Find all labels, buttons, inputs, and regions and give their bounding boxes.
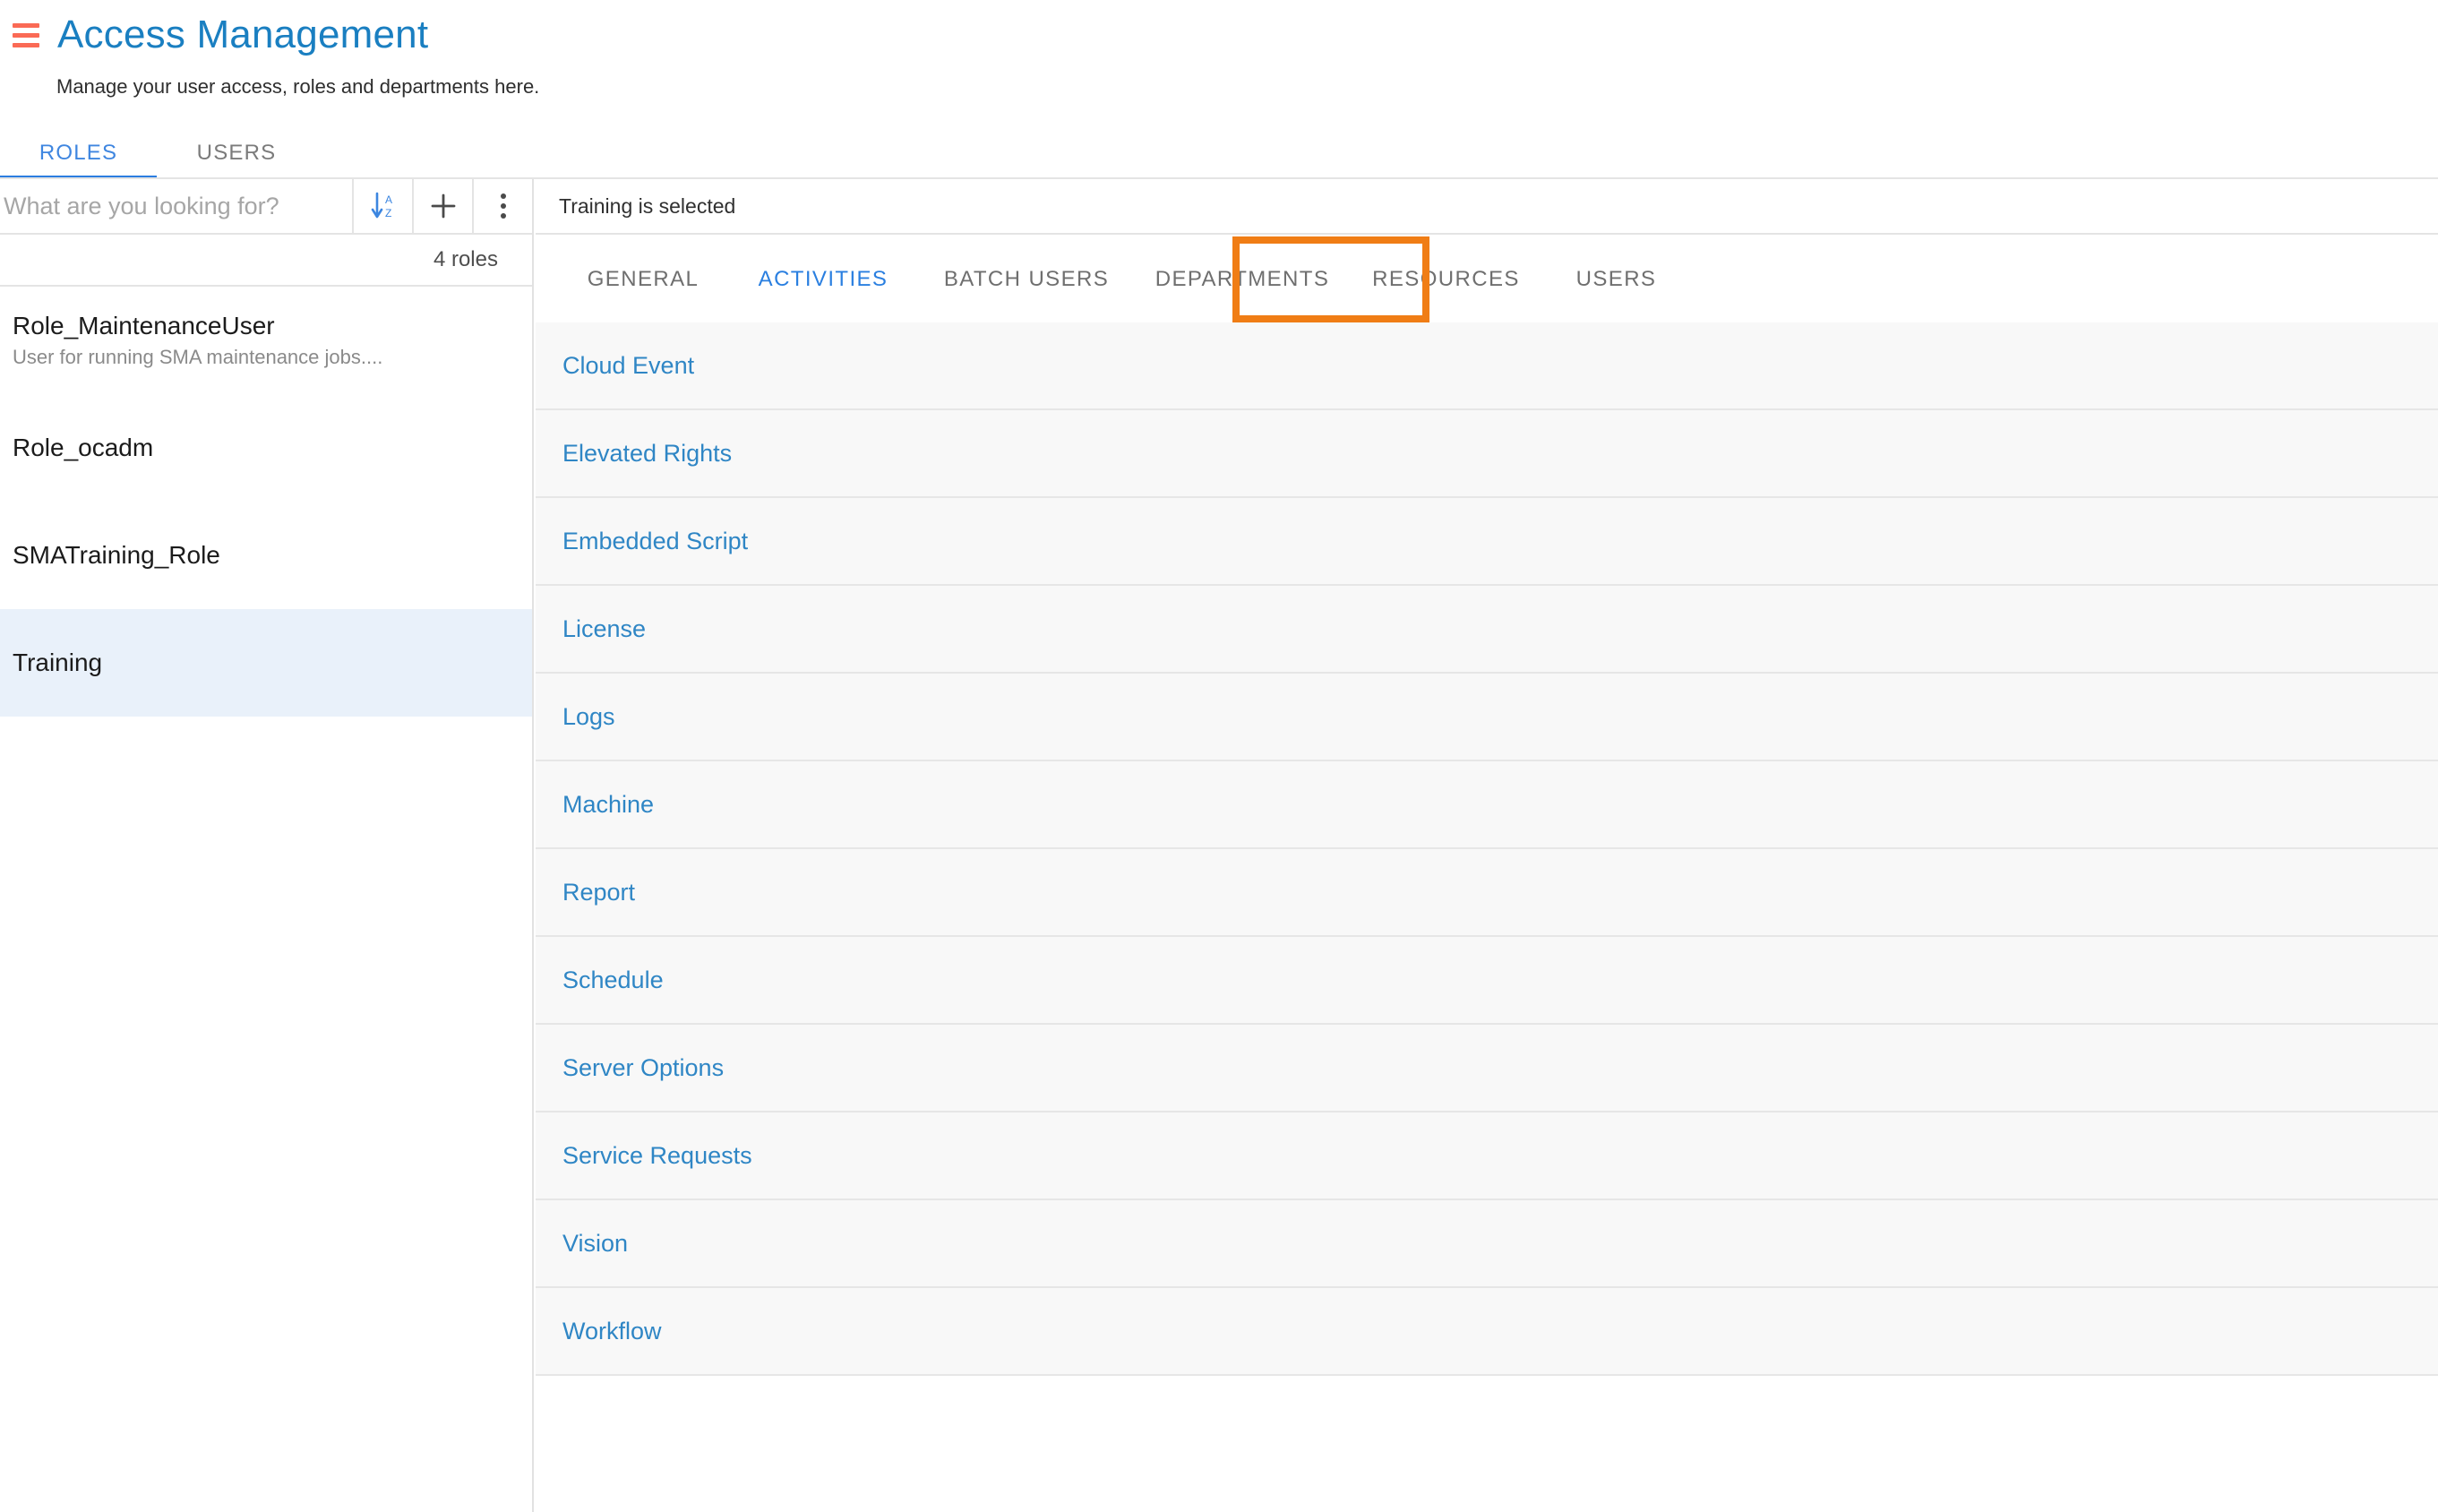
page-header: Access Management Manage your user acces…: [0, 0, 2438, 181]
table-row[interactable]: Server Options: [536, 1025, 2438, 1113]
table-row[interactable]: Logs: [536, 674, 2438, 761]
activity-link[interactable]: License: [562, 615, 646, 643]
role-name: Role_MaintenanceUser: [13, 312, 275, 340]
plus-icon: [430, 193, 457, 219]
list-item[interactable]: Role_MaintenanceUser User for running SM…: [0, 287, 532, 394]
table-row[interactable]: Elevated Rights: [536, 410, 2438, 498]
activity-link[interactable]: Service Requests: [562, 1142, 752, 1170]
activity-list: Cloud Event Elevated Rights Embedded Scr…: [536, 322, 2438, 1376]
role-name: SMATraining_Role: [13, 540, 220, 569]
tab-resources[interactable]: RESOURCES: [1354, 236, 1538, 322]
add-role-button[interactable]: [412, 179, 472, 233]
activity-link[interactable]: Elevated Rights: [562, 440, 732, 468]
hamburger-menu-icon[interactable]: [13, 20, 43, 50]
activity-link[interactable]: Server Options: [562, 1054, 724, 1082]
search-toolbar: A Z: [0, 179, 532, 235]
list-item[interactable]: Role_ocadm: [0, 394, 532, 502]
activity-link[interactable]: Machine: [562, 791, 654, 819]
tab-batch-users[interactable]: BATCH USERS: [923, 236, 1130, 322]
svg-text:A: A: [385, 193, 392, 206]
kebab-dot: [500, 193, 506, 199]
svg-text:Z: Z: [385, 207, 391, 219]
sort-az-icon: A Z: [370, 191, 397, 221]
table-row[interactable]: Machine: [536, 761, 2438, 849]
table-row[interactable]: Report: [536, 849, 2438, 937]
table-row[interactable]: Service Requests: [536, 1113, 2438, 1200]
tab-general[interactable]: GENERAL: [562, 236, 724, 322]
title-row: Access Management: [0, 4, 428, 66]
activity-link[interactable]: Embedded Script: [562, 528, 748, 555]
role-name: Role_ocadm: [13, 433, 154, 461]
page-title: Access Management: [57, 13, 429, 56]
activity-link[interactable]: Workflow: [562, 1318, 662, 1345]
activity-link[interactable]: Schedule: [562, 966, 664, 994]
hamburger-bar: [13, 42, 39, 47]
hamburger-bar: [13, 32, 39, 38]
role-description: User for running SMA maintenance jobs...…: [13, 346, 383, 369]
list-item-selected[interactable]: Training: [0, 609, 532, 717]
top-level-tabs: ROLES USERS: [0, 125, 2438, 181]
activity-link[interactable]: Report: [562, 879, 635, 906]
roles-left-panel: A Z 4 roles Role_MaintenanceUser: [0, 179, 534, 1512]
list-item[interactable]: SMATraining_Role: [0, 502, 532, 609]
activity-link[interactable]: Logs: [562, 703, 615, 731]
role-detail-panel: Training is selected GENERAL ACTIVITIES …: [536, 179, 2438, 1512]
role-count-row: 4 roles: [0, 235, 532, 287]
activity-link[interactable]: Cloud Event: [562, 352, 694, 380]
tab-users[interactable]: USERS: [157, 125, 316, 181]
tab-departments[interactable]: DEPARTMENTS: [1130, 236, 1354, 322]
selection-status-text: Training is selected: [559, 193, 736, 218]
selection-status-bar: Training is selected: [536, 179, 2438, 235]
table-row[interactable]: License: [536, 586, 2438, 674]
sort-az-button[interactable]: A Z: [352, 179, 412, 233]
hamburger-bar: [13, 22, 39, 28]
table-row[interactable]: Embedded Script: [536, 498, 2438, 586]
role-list: Role_MaintenanceUser User for running SM…: [0, 287, 532, 717]
role-name: Training: [13, 648, 103, 676]
detail-tabs: GENERAL ACTIVITIES BATCH USERS DEPARTMEN…: [536, 236, 2438, 322]
table-row[interactable]: Vision: [536, 1200, 2438, 1288]
tab-activities[interactable]: ACTIVITIES: [724, 236, 923, 322]
tab-users[interactable]: USERS: [1538, 236, 1695, 322]
table-row[interactable]: Cloud Event: [536, 322, 2438, 410]
tab-roles[interactable]: ROLES: [0, 125, 157, 181]
kebab-menu-icon: [500, 193, 506, 219]
page-subtitle: Manage your user access, roles and depar…: [56, 75, 540, 98]
table-row[interactable]: Workflow: [536, 1288, 2438, 1376]
more-options-button[interactable]: [472, 179, 532, 233]
kebab-dot: [500, 203, 506, 209]
search-input[interactable]: [0, 179, 352, 233]
activity-link[interactable]: Vision: [562, 1230, 628, 1258]
table-row[interactable]: Schedule: [536, 937, 2438, 1025]
kebab-dot: [500, 213, 506, 219]
role-count-label: 4 roles: [433, 247, 498, 271]
